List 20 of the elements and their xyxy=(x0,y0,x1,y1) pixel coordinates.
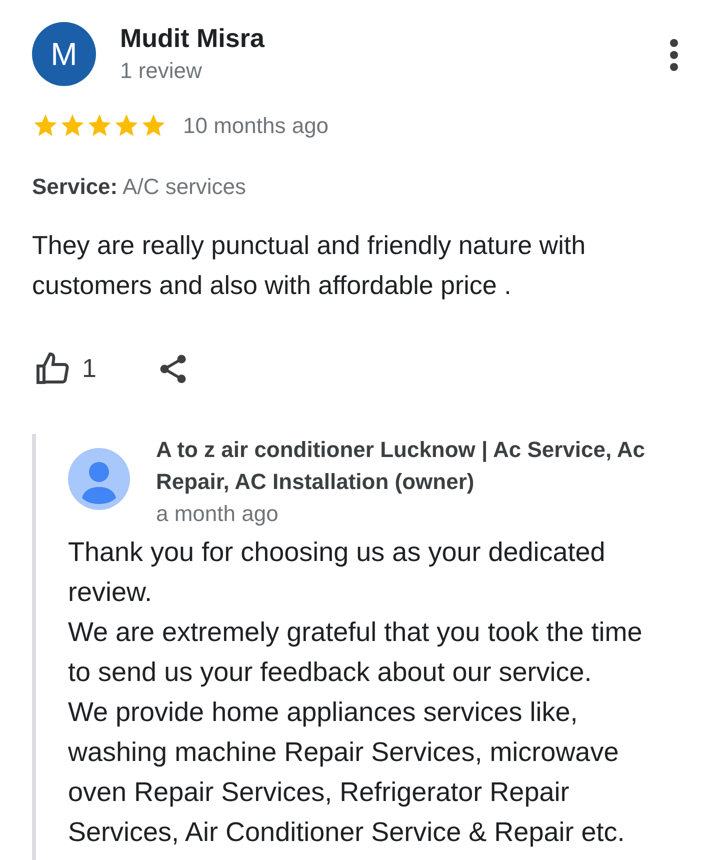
star-icon xyxy=(59,112,86,139)
star-icon xyxy=(32,112,59,139)
like-button[interactable]: 1 xyxy=(34,349,96,388)
reply-text: We provide home appliances services like, washing machine Repair Services, microwave oven Repair Services, Refrigerator Repair Services, Air Conditioner Service & Repair etc. xyxy=(68,696,626,849)
star-icon xyxy=(86,112,113,139)
review-time: 10 months ago xyxy=(183,112,329,140)
star-icon xyxy=(140,112,167,139)
review-count: 1 review xyxy=(120,57,203,85)
owner-avatar xyxy=(68,448,130,510)
author-name[interactable]: Mudit Misra xyxy=(120,22,669,54)
star-icon xyxy=(113,112,140,139)
reply-time: a month ago xyxy=(156,500,280,528)
avatar: M xyxy=(32,22,96,86)
reply-text: Thank you for choosing us as your dedicated review. xyxy=(68,536,606,609)
owner-name: A to z air conditioner Lucknow | Ac Service, Ac Repair, AC Installation (owner) xyxy=(156,436,646,496)
service-line: Service: A/C services xyxy=(31,173,248,201)
reply-text: We are extremely grateful that you took the time to send us your feedback about our service. xyxy=(68,616,644,689)
thumbs-up-icon xyxy=(34,350,72,386)
review-text: They are really punctual and friendly nature with customers and also with affordable price . xyxy=(31,229,587,302)
more-options-icon[interactable] xyxy=(669,38,679,72)
